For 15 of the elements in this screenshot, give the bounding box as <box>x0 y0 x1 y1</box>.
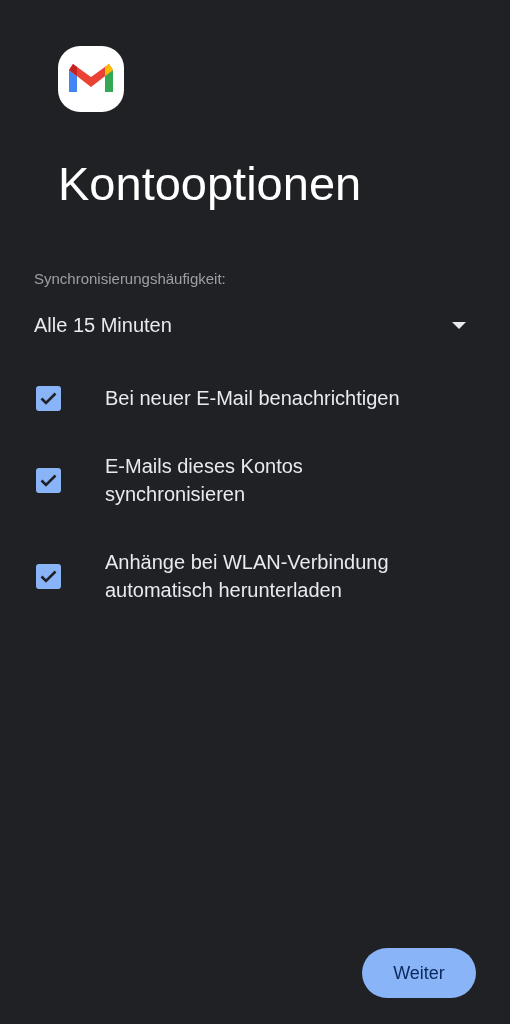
checkbox[interactable] <box>36 467 61 493</box>
field-label: Synchronisierungshäufigkeit: <box>34 269 227 289</box>
checkbox[interactable] <box>36 385 61 411</box>
checkbox-label: Bei neuer E-Mail benachrichtigen <box>105 386 401 411</box>
page-title: Kontooptionen <box>58 156 363 212</box>
next-button[interactable]: Weiter <box>362 948 476 998</box>
dropdown-caret-icon <box>452 321 466 329</box>
checkmark-icon <box>40 391 57 405</box>
mail-app-logo <box>58 46 124 112</box>
checkmark-icon <box>40 473 57 487</box>
sync-frequency-dropdown[interactable]: Alle 15 Minuten <box>34 311 466 339</box>
checkbox[interactable] <box>36 563 61 589</box>
checkmark-icon <box>40 569 57 583</box>
checkbox-label: E-Mails dieses Kontos synchronisieren <box>105 454 304 507</box>
checkbox-label: Anhänge bei WLAN-Verbindung automatisch herunterladen <box>105 550 390 603</box>
